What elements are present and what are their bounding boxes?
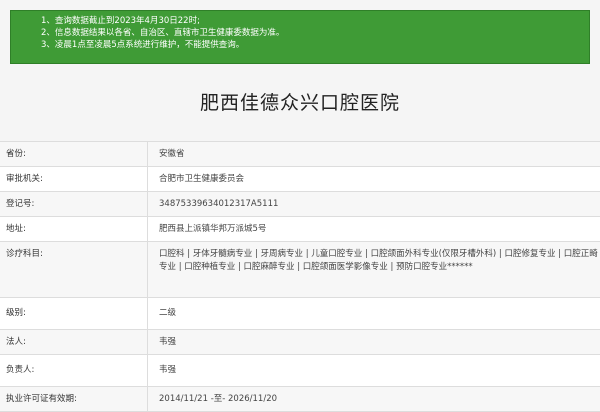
field-value: 二级: [159, 308, 177, 318]
notice-banner: 1、查询数据截止到2023年4月30日22时; 2、信息数据结果以各省、自治区、…: [10, 10, 590, 64]
field-label: 审批机关:: [0, 167, 148, 191]
field-label: 法人:: [0, 330, 148, 354]
table-row: 法人: 韦强: [0, 330, 600, 355]
info-table: 省份: 安徽省 审批机关: 合肥市卫生健康委员会 登记号: 3487533963…: [0, 141, 600, 412]
field-label: 地址:: [0, 217, 148, 241]
notice-line: 2、信息数据结果以各省、自治区、直辖市卫生健康委数据为准。: [41, 28, 285, 38]
notice-line: 1、查询数据截止到2023年4月30日22时;: [41, 16, 200, 26]
field-label: 诊疗科目:: [0, 242, 148, 297]
field-value: 安徽省: [159, 149, 185, 159]
table-row: 登记号: 348753396340123​17A5111: [0, 192, 600, 217]
field-value: 合肥市卫生健康委员会: [159, 174, 245, 184]
table-row: 审批机关: 合肥市卫生健康委员会: [0, 167, 600, 192]
table-row: 负责人: 韦强: [0, 355, 600, 387]
field-value: 348753396340123​17A5111: [159, 199, 279, 209]
field-label: 登记号:: [0, 192, 148, 216]
table-row: 省份: 安徽省: [0, 142, 600, 167]
field-value: 口腔科 | 牙体牙髓病专业 | 牙周病专业 | 儿童口腔专业 | 口腔颌面外科专…: [159, 249, 598, 272]
field-value: 2014/11/21 -至- 2026/11/20: [159, 394, 278, 404]
field-value: 韦强: [159, 337, 177, 347]
notice-line: 3、凌晨1点至凌晨5点系统进行维护，不能提供查询。: [41, 40, 245, 50]
field-label: 负责人:: [0, 355, 148, 386]
table-row: 地址: 肥西县上派镇华邦万派城5号: [0, 217, 600, 242]
field-value: 肥西县上派镇华邦万派城5号: [159, 224, 267, 234]
field-value: 韦强: [159, 365, 177, 375]
field-label: 执业许可证有效期:: [0, 387, 148, 411]
field-label: 省份:: [0, 142, 148, 166]
table-row: 诊疗科目: 口腔科 | 牙体牙髓病专业 | 牙周病专业 | 儿童口腔专业 | 口…: [0, 242, 600, 298]
table-row: 级别: 二级: [0, 298, 600, 330]
field-label: 级别:: [0, 298, 148, 329]
page-title: 肥西佳德众兴口腔医院: [199, 92, 400, 114]
